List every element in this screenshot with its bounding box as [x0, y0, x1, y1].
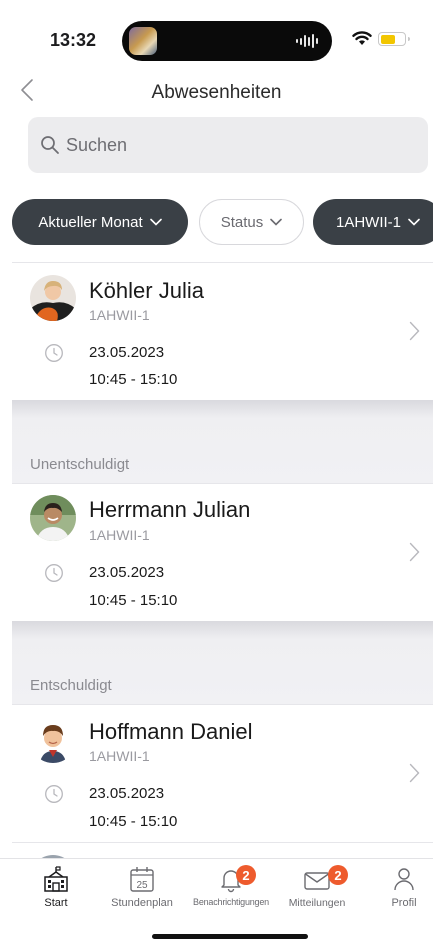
student-name: Köhler Julia [89, 278, 204, 303]
tab-notifications[interactable]: Benachrichtigungen 2 [186, 865, 276, 907]
section-separator: Entschuldigt [12, 621, 433, 704]
chevron-down-icon [270, 218, 283, 226]
messages-badge: 2 [328, 865, 348, 885]
chevron-right-icon [409, 321, 420, 341]
absence-date: 23.05.2023 [89, 785, 165, 802]
chevron-right-icon [409, 542, 420, 562]
filter-chip-month[interactable]: Aktueller Monat [12, 199, 188, 245]
search-input[interactable] [66, 134, 366, 156]
student-class: 1AHWII-1 [89, 748, 150, 764]
tab-label: Start [44, 897, 68, 909]
filter-chip-class[interactable]: 1AHWII-1 [313, 199, 433, 245]
tab-label: Profil [391, 897, 417, 909]
tab-label: Benachrichtigungen [193, 897, 269, 907]
student-name: Herrmann Julian [89, 497, 251, 522]
tab-messages[interactable]: Mitteilungen 2 [282, 865, 352, 909]
chevron-down-icon [149, 218, 162, 226]
absence-date: 23.05.2023 [89, 344, 165, 361]
clock-icon [45, 785, 63, 803]
filter-chip-label: 1AHWII-1 [335, 213, 401, 231]
dynamic-island[interactable] [122, 21, 332, 61]
tab-timetable[interactable]: 25 Stundenplan [106, 865, 178, 909]
search-icon [41, 136, 59, 154]
tab-bar: Start 25 Stundenplan Benachrichtigungen … [0, 858, 433, 944]
battery-icon [378, 32, 410, 46]
avatar [30, 275, 76, 321]
home-indicator[interactable] [152, 934, 308, 939]
filter-chip-label: Aktueller Monat [38, 213, 143, 231]
search-bar[interactable] [28, 117, 428, 173]
tab-label: Mitteilungen [288, 897, 346, 909]
calendar-day: 25 [136, 880, 148, 891]
status-time: 13:32 [50, 30, 97, 50]
filter-bar: Aktueller Monat Status 1AHWII-1 [12, 199, 433, 245]
calendar-icon: 25 [130, 867, 154, 892]
tab-label: Stundenplan [111, 897, 173, 909]
section-separator: Unentschuldigt [12, 400, 433, 483]
status-bar: 13:32 [0, 0, 433, 70]
student-class: 1AHWII-1 [89, 307, 150, 323]
absence-time: 10:45 - 15:10 [89, 813, 178, 830]
absence-entry[interactable]: Herrmann Julian 1AHWII-1 23.05.2023 10:4… [12, 483, 433, 621]
clock-icon [45, 344, 63, 362]
student-class: 1AHWII-1 [89, 527, 150, 543]
now-playing-artwork [129, 27, 157, 55]
tab-start[interactable]: Start [36, 865, 76, 909]
wifi-icon [352, 31, 372, 45]
chevron-right-icon [409, 763, 420, 783]
absence-time: 10:45 - 15:10 [89, 371, 178, 388]
person-icon [394, 868, 414, 891]
envelope-icon [304, 872, 330, 890]
student-name: Hoffmann Daniel [89, 719, 253, 744]
tab-profile[interactable]: Profil [384, 865, 424, 909]
page-title: Abwesenheiten [151, 82, 282, 103]
absence-time: 10:45 - 15:10 [89, 592, 178, 609]
absence-entry[interactable]: Hoffmann Daniel 1AHWII-1 23.05.2023 10:4… [12, 704, 433, 842]
clock-icon [45, 564, 63, 582]
avatar [30, 717, 76, 763]
section-header-excused: Entschuldigt [30, 677, 112, 694]
school-icon [44, 866, 68, 892]
absence-date: 23.05.2023 [89, 564, 165, 581]
notification-badge: 2 [236, 865, 256, 885]
avatar [30, 495, 76, 541]
absence-list: Köhler Julia 1AHWII-1 23.05.2023 10:45 -… [12, 262, 433, 901]
chevron-down-icon [408, 218, 420, 226]
audio-wave-icon [296, 33, 318, 49]
filter-chip-label: Status [220, 213, 264, 231]
section-header-unexcused: Unentschuldigt [30, 456, 130, 473]
absence-entry[interactable]: Köhler Julia 1AHWII-1 23.05.2023 10:45 -… [12, 262, 433, 400]
filter-chip-status[interactable]: Status [199, 199, 304, 245]
